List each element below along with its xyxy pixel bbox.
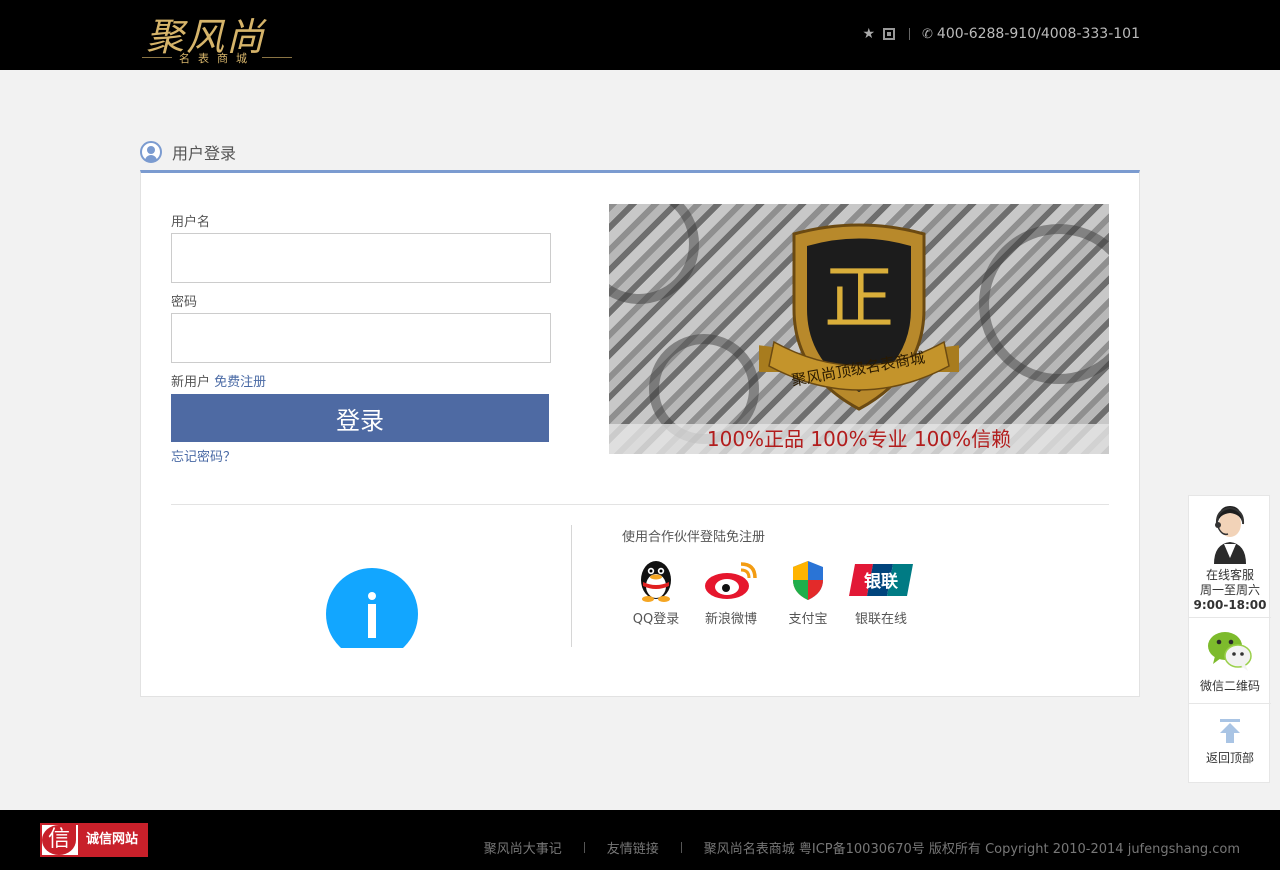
section-divider bbox=[171, 504, 1109, 505]
floating-service-panel: 在线客服 周一至周六 9:00-18:00 微信二维码 返回顶部 bbox=[1188, 495, 1271, 783]
register-link[interactable]: 免费注册 bbox=[214, 375, 266, 390]
new-user-text: 新用户 bbox=[171, 375, 211, 390]
footer-link-milestones[interactable]: 聚风尚大事记 bbox=[484, 838, 562, 857]
footer-copyright: 聚风尚名表商城 粤ICP备10030670号 版权所有 Copyright 20… bbox=[703, 842, 1240, 857]
forgot-password-link[interactable]: 忘记密码？ bbox=[171, 446, 236, 465]
wechat-icon bbox=[1208, 632, 1252, 671]
qq-icon bbox=[624, 558, 688, 602]
username-label: 用户名 bbox=[171, 215, 211, 230]
side-divider bbox=[1189, 703, 1271, 704]
shield-emblem-icon: 正 聚风尚顶级名表商城 bbox=[759, 223, 959, 411]
page-title: 用户登录 bbox=[172, 144, 237, 163]
banner-slogan: 100%正品 100%专业 100%信赖 bbox=[706, 427, 1012, 451]
user-icon bbox=[140, 141, 162, 163]
register-row: 新用户 免费注册 bbox=[171, 371, 266, 390]
alipay-icon bbox=[776, 558, 840, 602]
username-input[interactable] bbox=[171, 233, 551, 283]
password-label: 密码 bbox=[171, 295, 198, 310]
top-header: 聚风尚 名表商城 ★ ✆ 400-6288-910/4008-333-101 bbox=[0, 0, 1280, 70]
shield-glyph: 正 bbox=[824, 257, 894, 339]
weibo-icon bbox=[699, 558, 763, 602]
info-icon bbox=[326, 568, 418, 648]
customer-service-avatar-icon bbox=[1214, 506, 1246, 564]
trust-badge[interactable]: 信 诚信网站 bbox=[40, 823, 148, 857]
footer-link-friends[interactable]: 友情链接 bbox=[607, 838, 659, 857]
partner-label: 银联在线 bbox=[854, 612, 907, 627]
site-footer: 信 诚信网站 聚风尚大事记 友情链接 聚风尚名表商城 粤ICP备10030670… bbox=[0, 810, 1280, 870]
login-panel: 用户名 密码 新用户 免费注册 登录 忘记密码？ 正 聚风尚顶级名表商城 100… bbox=[140, 170, 1140, 697]
login-heading: 用户登录 bbox=[140, 140, 236, 164]
banner-slogan-bar: 100%正品 100%专业 100%信赖 bbox=[609, 424, 1109, 454]
trust-label: 诚信网站 bbox=[78, 825, 146, 855]
wechat-qr[interactable]: 微信二维码 bbox=[1189, 628, 1271, 694]
logo-tagline: 名表商城 bbox=[142, 50, 292, 66]
footer-divider bbox=[680, 842, 682, 853]
online-service[interactable]: 在线客服 周一至周六 9:00-18:00 bbox=[1189, 500, 1271, 613]
back-to-top-label: 返回顶部 bbox=[1205, 751, 1254, 765]
unionpay-icon: 银联 bbox=[849, 558, 913, 602]
unionpay-glyph: 银联 bbox=[864, 571, 898, 592]
partner-unionpay[interactable]: 银联 银联在线 bbox=[836, 558, 926, 627]
header-contact: ★ ✆ 400-6288-910/4008-333-101 bbox=[854, 26, 1140, 42]
service-label: 在线客服 bbox=[1205, 568, 1254, 582]
arrow-up-icon bbox=[1220, 719, 1240, 743]
back-to-top[interactable]: 返回顶部 bbox=[1189, 718, 1271, 766]
password-input[interactable] bbox=[171, 313, 551, 363]
trust-seal-icon: 信 bbox=[42, 825, 76, 855]
star-icon[interactable]: ★ bbox=[862, 26, 875, 42]
phone-icon: ✆ bbox=[922, 26, 933, 42]
vertical-divider bbox=[571, 525, 572, 647]
gear-decoration bbox=[979, 224, 1109, 384]
header-divider bbox=[909, 28, 911, 40]
service-days: 周一至周六 bbox=[1199, 583, 1260, 597]
side-divider bbox=[1189, 617, 1271, 618]
authenticity-banner: 正 聚风尚顶级名表商城 100%正品 100%专业 100%信赖 bbox=[609, 204, 1109, 454]
footer-links: 聚风尚大事记 友情链接 聚风尚名表商城 粤ICP备10030670号 版权所有 … bbox=[484, 838, 1240, 857]
hotline-number: 400-6288-910/4008-333-101 bbox=[936, 26, 1140, 42]
partner-login-title: 使用合作伙伴登陆免注册 bbox=[622, 530, 766, 545]
service-hours: 9:00-18:00 bbox=[1193, 598, 1267, 612]
login-button[interactable]: 登录 bbox=[171, 394, 549, 442]
site-logo[interactable]: 聚风尚 名表商城 bbox=[142, 4, 292, 66]
wechat-label: 微信二维码 bbox=[1199, 679, 1260, 693]
qr-code-icon[interactable] bbox=[883, 28, 896, 40]
gear-decoration bbox=[609, 204, 699, 304]
footer-divider bbox=[583, 842, 585, 853]
